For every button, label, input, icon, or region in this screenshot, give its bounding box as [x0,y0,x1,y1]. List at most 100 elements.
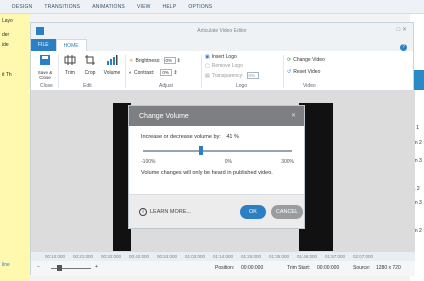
learn-more-label: LEARN MORE... [150,209,191,215]
timeline-tick: 01:14:000 [212,254,234,259]
brightness-field[interactable]: 0% [163,57,176,64]
transparency-field[interactable]: 0% [246,72,259,79]
timeline-tick: 01:25:000 [240,254,262,259]
volume-slider[interactable] [141,145,294,157]
slider-track[interactable] [143,150,292,152]
group-video-label: Video [303,83,316,89]
save-close-button[interactable]: Save & Close [34,54,56,80]
zoom-in-icon[interactable]: + [95,264,98,270]
reset-video-button[interactable]: ↺ Reset Video [287,69,320,75]
sun-icon: ☀ [129,57,134,64]
tab-home[interactable]: HOME [55,39,87,51]
timeline-ruler[interactable]: 00:10:000 00:21:000 00:32:000 00:42:000 … [31,251,415,261]
spinner-icon[interactable]: ⇕ [177,58,181,64]
group-close-label: Close [40,83,53,89]
left-fragment: Layo [2,18,13,24]
transparency-icon: ▤ [205,72,210,79]
timeline-tick: 00:10:000 [44,254,66,259]
volume-label: Volume [103,70,121,76]
contrast-icon: ◐ [129,69,133,76]
contrast-field[interactable]: 0% [160,69,173,76]
timeline-tick: 01:03:000 [184,254,206,259]
timeline-tick: 01:35:000 [268,254,290,259]
timeline-tick: 01:46:000 [296,254,318,259]
remove-logo-label: Remove Logo [211,63,243,69]
volume-note: Volume changes will only be heard in pub… [141,170,273,176]
trim-icon [64,55,76,65]
brightness-control[interactable]: ☀ Brightness: 0% ⇕ [129,57,181,64]
menu-help[interactable]: HELP [163,4,177,10]
close-icon[interactable]: ✕ [291,112,296,119]
timeline-tick: 00:42:000 [128,254,150,259]
timeline-tick: 00:21:000 [72,254,94,259]
crop-label: Crop [84,70,96,76]
menu-options[interactable]: OPTIONS [188,4,212,10]
contrast-control[interactable]: ◐ Contrast: 0% ⇕ [129,69,178,76]
position-label: Position: [215,265,235,271]
transparency-label: Transparency: [211,72,244,79]
volume-value: 41 % [226,134,239,140]
left-fragment: line [2,262,10,268]
group-edit-label: Edit [83,83,92,89]
help-icon[interactable]: ? [400,44,407,51]
status-bar: − + Position: 00:00:000 Trim Start: 00:0… [31,261,415,276]
ribbon-separator [283,55,284,88]
remove-logo-button[interactable]: ▢ Remove Logo [205,63,243,69]
timeline-tick: 00:53:000 [156,254,178,259]
timeline-tick: 00:32:000 [100,254,122,259]
window-title: Articulate Video Editor [197,28,247,34]
spinner-icon[interactable]: ⇕ [173,70,177,76]
left-fragment: der [2,32,10,38]
crop-button[interactable]: Crop [81,54,99,76]
ribbon: Save & Close Close Trim Crop Volume Edit… [31,51,413,91]
left-fragment: it Th [2,72,12,78]
volume-button[interactable]: Volume [101,54,123,76]
ribbon-separator [125,55,126,88]
trim-start-label: Trim Start: [287,265,311,271]
timeline-tick: 02:07:000 [352,254,374,259]
remove-image-icon: ▢ [205,63,210,69]
volume-prompt: Increase or decrease volume by: 41 % [141,134,294,140]
save-icon [40,55,50,65]
learn-more-link[interactable]: i LEARN MORE... [139,208,191,216]
trim-button[interactable]: Trim [61,54,79,76]
video-editor-window: Articulate Video Editor □ ✕ FILE HOME ? … [30,22,415,276]
dialog-title: Change Volume [139,112,189,120]
volume-icon [107,55,118,65]
position-value: 00:00:000 [241,265,264,271]
contrast-label: Contrast: [134,69,155,76]
zoom-thumb[interactable] [57,265,62,271]
source-label: Source: [353,265,371,271]
menu-animations[interactable]: ANIMATIONS [92,4,125,10]
source-value: 1280 x 720 [376,265,401,271]
change-video-button[interactable]: ⟳ Change Video [287,57,325,63]
ribbon-separator [58,55,59,88]
window-controls[interactable]: □ ✕ [397,26,407,33]
image-icon: ▣ [205,54,210,60]
tab-file[interactable]: FILE [31,39,56,51]
left-fragment: ide [2,42,9,48]
trim-label: Trim [65,70,75,76]
volume-prompt-text: Increase or decrease volume by: [141,134,221,140]
timeline-tick: 01:57:000 [324,254,346,259]
menu-view[interactable]: VIEW [137,4,151,10]
transparency-control[interactable]: ▤ Transparency: 0% [205,72,259,79]
zoom-out-icon[interactable]: − [37,264,40,270]
cancel-button[interactable]: CANCEL [271,205,303,219]
crop-icon [85,55,95,65]
change-video-label: Change Video [293,57,325,63]
tick-min: -100% [141,159,156,165]
menu-design[interactable]: DESIGN [12,4,32,10]
ok-button[interactable]: OK [240,205,266,219]
reset-video-icon: ↺ [287,69,292,75]
ribbon-separator [201,55,202,88]
reset-video-label: Reset Video [293,69,321,75]
menu-transitions[interactable]: TRANSITIONS [44,4,80,10]
slider-thumb[interactable] [199,146,203,155]
group-logo-label: Logo [236,83,248,89]
insert-logo-button[interactable]: ▣ Insert Logo [205,54,237,60]
insert-logo-label: Insert Logo [211,54,237,60]
tick-max: 300% [281,159,294,165]
change-volume-dialog: Change Volume ✕ Increase or decrease vol… [128,105,305,229]
change-video-icon: ⟳ [287,57,292,63]
